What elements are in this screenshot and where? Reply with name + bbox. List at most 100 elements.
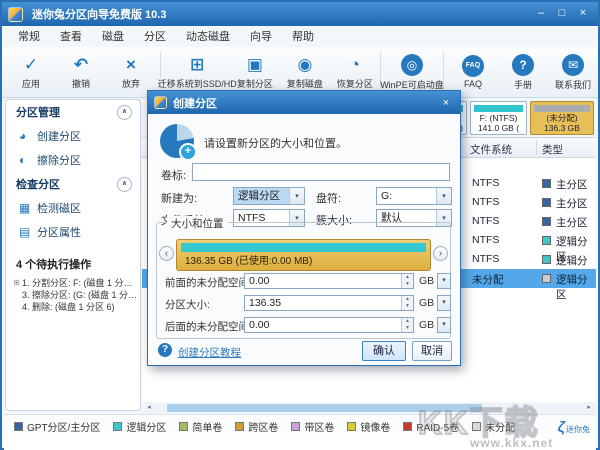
copy-disk-button[interactable]: ◉ 复制磁盘 (280, 49, 330, 95)
partition-stripe (474, 105, 523, 112)
legend-swatch (235, 422, 244, 431)
menu-bar: 常规 查看 磁盘 分区 动态磁盘 向导 帮助 (2, 26, 598, 48)
window-title: 迷你兔分区向导免费版 10.3 (32, 6, 166, 22)
create-partition-dialog: 创建分区 × 请设置新分区的大小和位置。 卷标: 新建为: 逻辑分区 ▾ 盘符:… (147, 90, 461, 366)
spinner-icons[interactable]: ▴▾ (401, 318, 413, 332)
menu-partition[interactable]: 分区 (134, 27, 176, 47)
logical-partition-swatch (542, 255, 551, 264)
scroll-right-icon[interactable]: ▸ (584, 403, 594, 413)
menu-view[interactable]: 查看 (50, 27, 92, 47)
cancel-button[interactable]: 取消 (412, 341, 452, 361)
diskmap-block-f[interactable]: F: (NTFS)141.0 GB ( (470, 101, 527, 135)
toolbar-separator (443, 52, 444, 92)
spinner-icons[interactable]: ▴▾ (401, 274, 413, 288)
help-icon[interactable]: ? (158, 343, 172, 357)
undo-button[interactable]: ↶ 撤销 (56, 49, 106, 95)
manual-button[interactable]: ? 手册 (498, 49, 548, 95)
drive-letter-label: 盘符: (316, 190, 341, 206)
properties-icon: ▤ (19, 225, 37, 239)
partition-size-slider[interactable]: 136.35 GB (已使用:0.00 MB) (176, 239, 431, 271)
dialog-close-button[interactable]: × (438, 97, 454, 109)
dialog-title-bar: 创建分区 × (148, 91, 460, 114)
pending-operation-item[interactable]: 3. 擦除分区: (G: (磁盘 1 分… (11, 289, 140, 301)
column-file-system[interactable]: 文件系统 (470, 142, 512, 157)
legend-item: 跨区卷 (235, 419, 278, 434)
x-icon: × (126, 55, 136, 75)
apply-button[interactable]: ✓ 应用 (6, 49, 56, 95)
legend-item: GPT分区/主分区 (14, 419, 100, 434)
unallocated-swatch (542, 274, 551, 283)
scroll-left-icon[interactable]: ◂ (144, 403, 154, 413)
close-button[interactable]: × (574, 6, 592, 22)
spinner-icons[interactable]: ▴▾ (401, 296, 413, 310)
migrate-os-button[interactable]: ⊞ 迁移系统到SSD/HD (165, 49, 230, 95)
unit-dropdown-icon[interactable]: ▾ (437, 295, 451, 311)
primary-partition-swatch (542, 179, 551, 188)
sidebar-item-partition-properties[interactable]: ▤ 分区属性 (6, 220, 140, 244)
unit-label: GB (419, 275, 434, 287)
create-as-select[interactable]: 逻辑分区 ▾ (233, 187, 305, 205)
maximize-button[interactable]: □ (553, 6, 571, 22)
sidebar-section-check-partition: 检查分区 ∧ (6, 172, 140, 196)
create-partition-pie-icon (160, 124, 194, 158)
restore-clock-icon: ◔ (350, 55, 360, 75)
dialog-title: 创建分区 (173, 95, 217, 111)
tree-expand-icon[interactable]: ⊞ (11, 277, 22, 289)
mail-icon: ✉ (562, 54, 584, 76)
legend-swatch (472, 422, 481, 431)
menu-general[interactable]: 常规 (8, 27, 50, 47)
faq-button[interactable]: FAQ FAQ (448, 49, 498, 95)
scrollbar-thumb[interactable] (167, 404, 482, 412)
sidebar-item-wipe-partition[interactable]: ◐ 擦除分区 (6, 148, 140, 172)
pending-operations-list: ⊞ 1. 分割分区: F: (磁盘 1 分… 3. 擦除分区: (G: (磁盘 … (6, 277, 140, 313)
unit-dropdown-icon[interactable]: ▾ (437, 273, 451, 289)
migrate-icon: ⊞ (190, 55, 204, 75)
sidebar-item-create-partition[interactable]: ◕ 创建分区 (6, 124, 140, 148)
unit-dropdown-icon[interactable]: ▾ (437, 317, 451, 333)
chevron-down-icon[interactable]: ▾ (436, 188, 451, 204)
menu-wizard[interactable]: 向导 (240, 27, 282, 47)
discard-button[interactable]: × 放弃 (106, 49, 156, 95)
diskmap-block-unallocated-selected[interactable]: (未分配)136.3 GB (530, 101, 594, 135)
bottom-strip (4, 438, 596, 450)
restore-partition-button[interactable]: ◔ 恢复分区 (330, 49, 380, 95)
contact-button[interactable]: ✉ 联系我们 (548, 49, 598, 95)
unit-label: GB (419, 319, 434, 331)
slider-left-icon[interactable]: ‹ (159, 246, 174, 261)
pending-operation-item[interactable]: ⊞ 1. 分割分区: F: (磁盘 1 分… (11, 277, 140, 289)
drive-letter-select[interactable]: G: ▾ (376, 187, 452, 205)
pending-operations-title: 4 个待执行操作 (6, 244, 140, 277)
unallocated-after-input[interactable]: 0.00 ▴▾ (244, 317, 414, 333)
app-logo-icon (154, 96, 167, 109)
partition-size-input[interactable]: 136.35 ▴▾ (244, 295, 414, 311)
app-window: 迷你兔分区向导免费版 10.3 – □ × 常规 查看 磁盘 分区 动态磁盘 向… (0, 0, 600, 450)
unallocated-before-input[interactable]: 0.00 ▴▾ (244, 273, 414, 289)
collapse-icon[interactable]: ∧ (117, 177, 132, 192)
partition-size-label: 分区大小: (165, 297, 210, 312)
menu-help[interactable]: 帮助 (282, 27, 324, 47)
question-icon: ? (512, 54, 534, 76)
slider-right-icon[interactable]: › (433, 246, 448, 261)
tutorial-link[interactable]: 创建分区教程 (178, 345, 241, 360)
legend-item: RAID-5卷 (403, 419, 459, 434)
create-as-label: 新建为: (161, 190, 197, 206)
legend-item: 简单卷 (179, 419, 222, 434)
pending-operation-item[interactable]: 4. 删除: (磁盘 1 分区 6) (11, 301, 140, 313)
menu-dynamic-disk[interactable]: 动态磁盘 (176, 27, 240, 47)
winpe-button[interactable]: ◎ WinPE可启动盘 (385, 49, 440, 95)
faq-icon: FAQ (462, 55, 484, 77)
volume-label-input[interactable] (192, 163, 450, 181)
sidebar-item-surface-test[interactable]: ▦ 检测磁区 (6, 196, 140, 220)
minitool-logo: ζ 迷你兔 (558, 421, 590, 435)
minimize-button[interactable]: – (532, 6, 550, 22)
horizontal-scrollbar[interactable]: ◂ ▸ (143, 403, 595, 413)
column-type[interactable]: 类型 (542, 142, 563, 157)
menu-disk[interactable]: 磁盘 (92, 27, 134, 47)
unallocated-before-label: 前面的未分配空间: (165, 275, 252, 290)
chevron-down-icon[interactable]: ▾ (289, 188, 304, 204)
confirm-button[interactable]: 确认 (362, 341, 406, 361)
volume-label-label: 卷标: (161, 167, 186, 183)
copy-partition-button[interactable]: ▣ 复制分区 (230, 49, 280, 95)
legend-bar: GPT分区/主分区 逻辑分区 简单卷 跨区卷 带区卷 镜像卷 RAID-5卷 (4, 414, 596, 438)
collapse-icon[interactable]: ∧ (117, 105, 132, 120)
